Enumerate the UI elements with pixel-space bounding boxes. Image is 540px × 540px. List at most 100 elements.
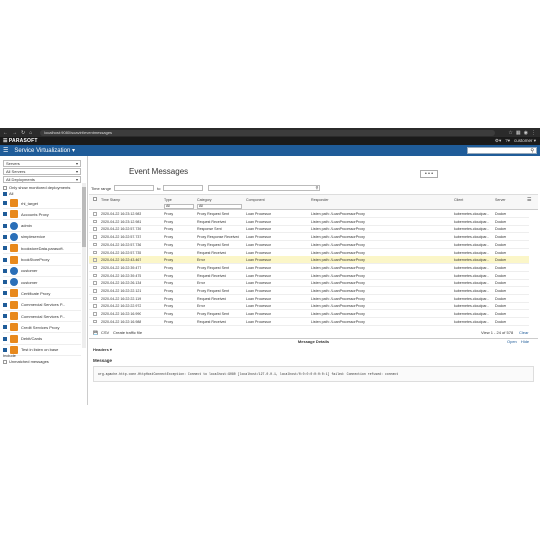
sidebar-service-item[interactable]: simpleservice xyxy=(3,232,81,243)
row-checkbox[interactable] xyxy=(93,212,97,216)
service-checkbox[interactable] xyxy=(3,268,7,273)
more-options-button[interactable]: • • • xyxy=(420,170,438,178)
search-icon[interactable]: ⚲ xyxy=(530,148,534,154)
star-icon[interactable]: ☆ xyxy=(508,130,512,136)
message-search-input[interactable]: ⚲ xyxy=(208,185,321,191)
profile-icon[interactable]: ◉ xyxy=(524,130,528,136)
hide-link[interactable]: Hide xyxy=(521,339,529,344)
clear-link[interactable]: Clear xyxy=(519,330,529,335)
deployments-select[interactable]: All Deployments ▾ xyxy=(3,176,81,183)
home-icon[interactable]: ⌂ xyxy=(29,130,32,136)
row-checkbox[interactable] xyxy=(93,289,97,293)
cell-category: Proxy Request Sent xyxy=(197,265,229,270)
open-link[interactable]: Open xyxy=(507,339,517,344)
unmatched-checkbox-row[interactable]: Unmatched messages xyxy=(3,359,49,364)
time-to-input[interactable] xyxy=(163,185,204,191)
col-client[interactable]: Client xyxy=(454,198,463,202)
servers-select[interactable]: Servers ▾ xyxy=(3,160,81,167)
table-row[interactable]: 2020-04-22 16:22:16.988 Proxy Request Rece… xyxy=(89,318,529,326)
sidebar-scrollbar[interactable] xyxy=(82,183,86,348)
back-icon[interactable]: ← xyxy=(3,130,8,136)
app-title[interactable]: Service Virtualization ▾ xyxy=(14,147,75,154)
all-servers-select[interactable]: All Servers ▾ xyxy=(3,168,81,175)
sidebar-service-item[interactable]: bookstoreData.parasoft. xyxy=(3,243,81,255)
forward-icon[interactable]: → xyxy=(12,130,17,136)
only-monitored-checkbox-row[interactable]: Only show monitored deployments xyxy=(3,185,70,190)
col-category[interactable]: Category xyxy=(197,198,212,202)
main-content: Event Messages • • • Time range to ⚲ Tim… xyxy=(89,156,540,405)
col-component[interactable]: Component xyxy=(246,198,265,202)
col-type[interactable]: Type xyxy=(164,198,172,202)
service-checkbox[interactable] xyxy=(3,291,7,296)
extension-icon[interactable]: ▦ xyxy=(516,130,521,136)
type-filter-select[interactable]: All xyxy=(164,204,194,209)
message-details-header[interactable]: Message Details xyxy=(89,338,538,344)
all-checkbox[interactable] xyxy=(3,191,7,196)
gear-icon[interactable]: ⚙▾ xyxy=(495,138,501,144)
row-checkbox[interactable] xyxy=(93,250,97,254)
sidebar-service-item[interactable]: Debit/Cards xyxy=(3,334,81,345)
sidebar-service-item[interactable]: Credit Services Proxy xyxy=(3,322,81,334)
sidebar-service-item[interactable]: bookStoreProxy xyxy=(3,255,81,266)
time-from-input[interactable] xyxy=(114,185,155,191)
service-checkbox[interactable] xyxy=(3,257,7,262)
all-checkbox-row[interactable]: All xyxy=(3,191,13,196)
sidebar-service-item[interactable]: Commercial Services P... xyxy=(3,300,81,311)
only-monitored-checkbox[interactable] xyxy=(3,185,7,190)
row-checkbox[interactable] xyxy=(93,219,97,224)
row-checkbox[interactable] xyxy=(93,235,97,239)
service-checkbox[interactable] xyxy=(3,223,7,228)
sidebar-service-item[interactable]: customer xyxy=(3,266,81,277)
scrollbar-thumb[interactable] xyxy=(82,187,86,247)
csv-link[interactable]: CSV xyxy=(101,330,109,335)
search-icon[interactable]: ⚲ xyxy=(316,185,319,190)
sidebar-service-item[interactable]: rhl_target xyxy=(3,198,81,209)
reload-icon[interactable]: ↻ xyxy=(21,130,25,136)
service-checkbox[interactable] xyxy=(3,201,7,205)
row-checkbox[interactable] xyxy=(93,227,97,231)
service-checkbox[interactable] xyxy=(3,314,7,318)
row-checkbox[interactable] xyxy=(93,273,97,278)
row-checkbox[interactable] xyxy=(93,258,97,262)
create-traffic-link[interactable]: Create traffic file xyxy=(113,330,142,335)
col-server[interactable]: Server xyxy=(495,198,506,202)
row-checkbox[interactable] xyxy=(93,296,97,301)
row-checkbox[interactable] xyxy=(93,281,97,285)
sidebar-service-item[interactable]: Accounts Proxy xyxy=(3,209,81,221)
service-checkbox[interactable] xyxy=(3,234,7,239)
cell-responder: Listen path: /LoanProcessorProxy xyxy=(311,242,365,247)
csv-icon[interactable]: 💾 xyxy=(93,330,98,335)
select-all-checkbox[interactable] xyxy=(93,197,97,202)
to-label: to xyxy=(157,185,161,191)
service-checkbox[interactable] xyxy=(3,280,7,285)
user-menu[interactable]: customer ▾ xyxy=(514,138,536,144)
row-checkbox[interactable] xyxy=(93,312,97,316)
service-checkbox[interactable] xyxy=(3,336,7,341)
col-responder[interactable]: Responder xyxy=(311,198,329,202)
row-checkbox[interactable] xyxy=(93,319,97,324)
sidebar-service-item[interactable]: admin xyxy=(3,221,81,232)
global-search-input[interactable]: ⚲ xyxy=(467,147,537,154)
sidebar-service-item[interactable]: customer xyxy=(3,277,81,289)
parasoft-logo[interactable]: ☰ PARASOFT xyxy=(3,138,38,144)
category-filter-select[interactable]: All xyxy=(197,204,242,209)
sidebar-service-item[interactable]: Commercial Services P... xyxy=(3,311,81,322)
help-icon[interactable]: ?▾ xyxy=(505,138,510,144)
headers-toggle[interactable]: Headers ▾ xyxy=(93,347,112,352)
service-checkbox[interactable] xyxy=(3,212,7,217)
service-checkbox[interactable] xyxy=(3,246,7,251)
column-menu-icon[interactable]: ☰ xyxy=(527,197,531,203)
address-bar[interactable]: localhost:9080/soavirt/eventmessages xyxy=(40,129,496,136)
unmatched-checkbox[interactable] xyxy=(3,359,7,364)
row-checkbox[interactable] xyxy=(93,242,97,247)
sidebar-service-item[interactable]: Certificate Proxy xyxy=(3,288,81,300)
col-time[interactable]: Time Stamp xyxy=(101,198,120,202)
service-checkbox[interactable] xyxy=(3,347,7,352)
row-checkbox[interactable] xyxy=(93,304,97,308)
row-checkbox[interactable] xyxy=(93,265,97,270)
hamburger-icon[interactable]: ☰ xyxy=(3,147,8,154)
service-checkbox[interactable] xyxy=(3,302,7,307)
service-checkbox[interactable] xyxy=(3,325,7,330)
cell-server: Docker xyxy=(495,273,507,278)
menu-icon[interactable]: ⋮ xyxy=(531,130,536,136)
